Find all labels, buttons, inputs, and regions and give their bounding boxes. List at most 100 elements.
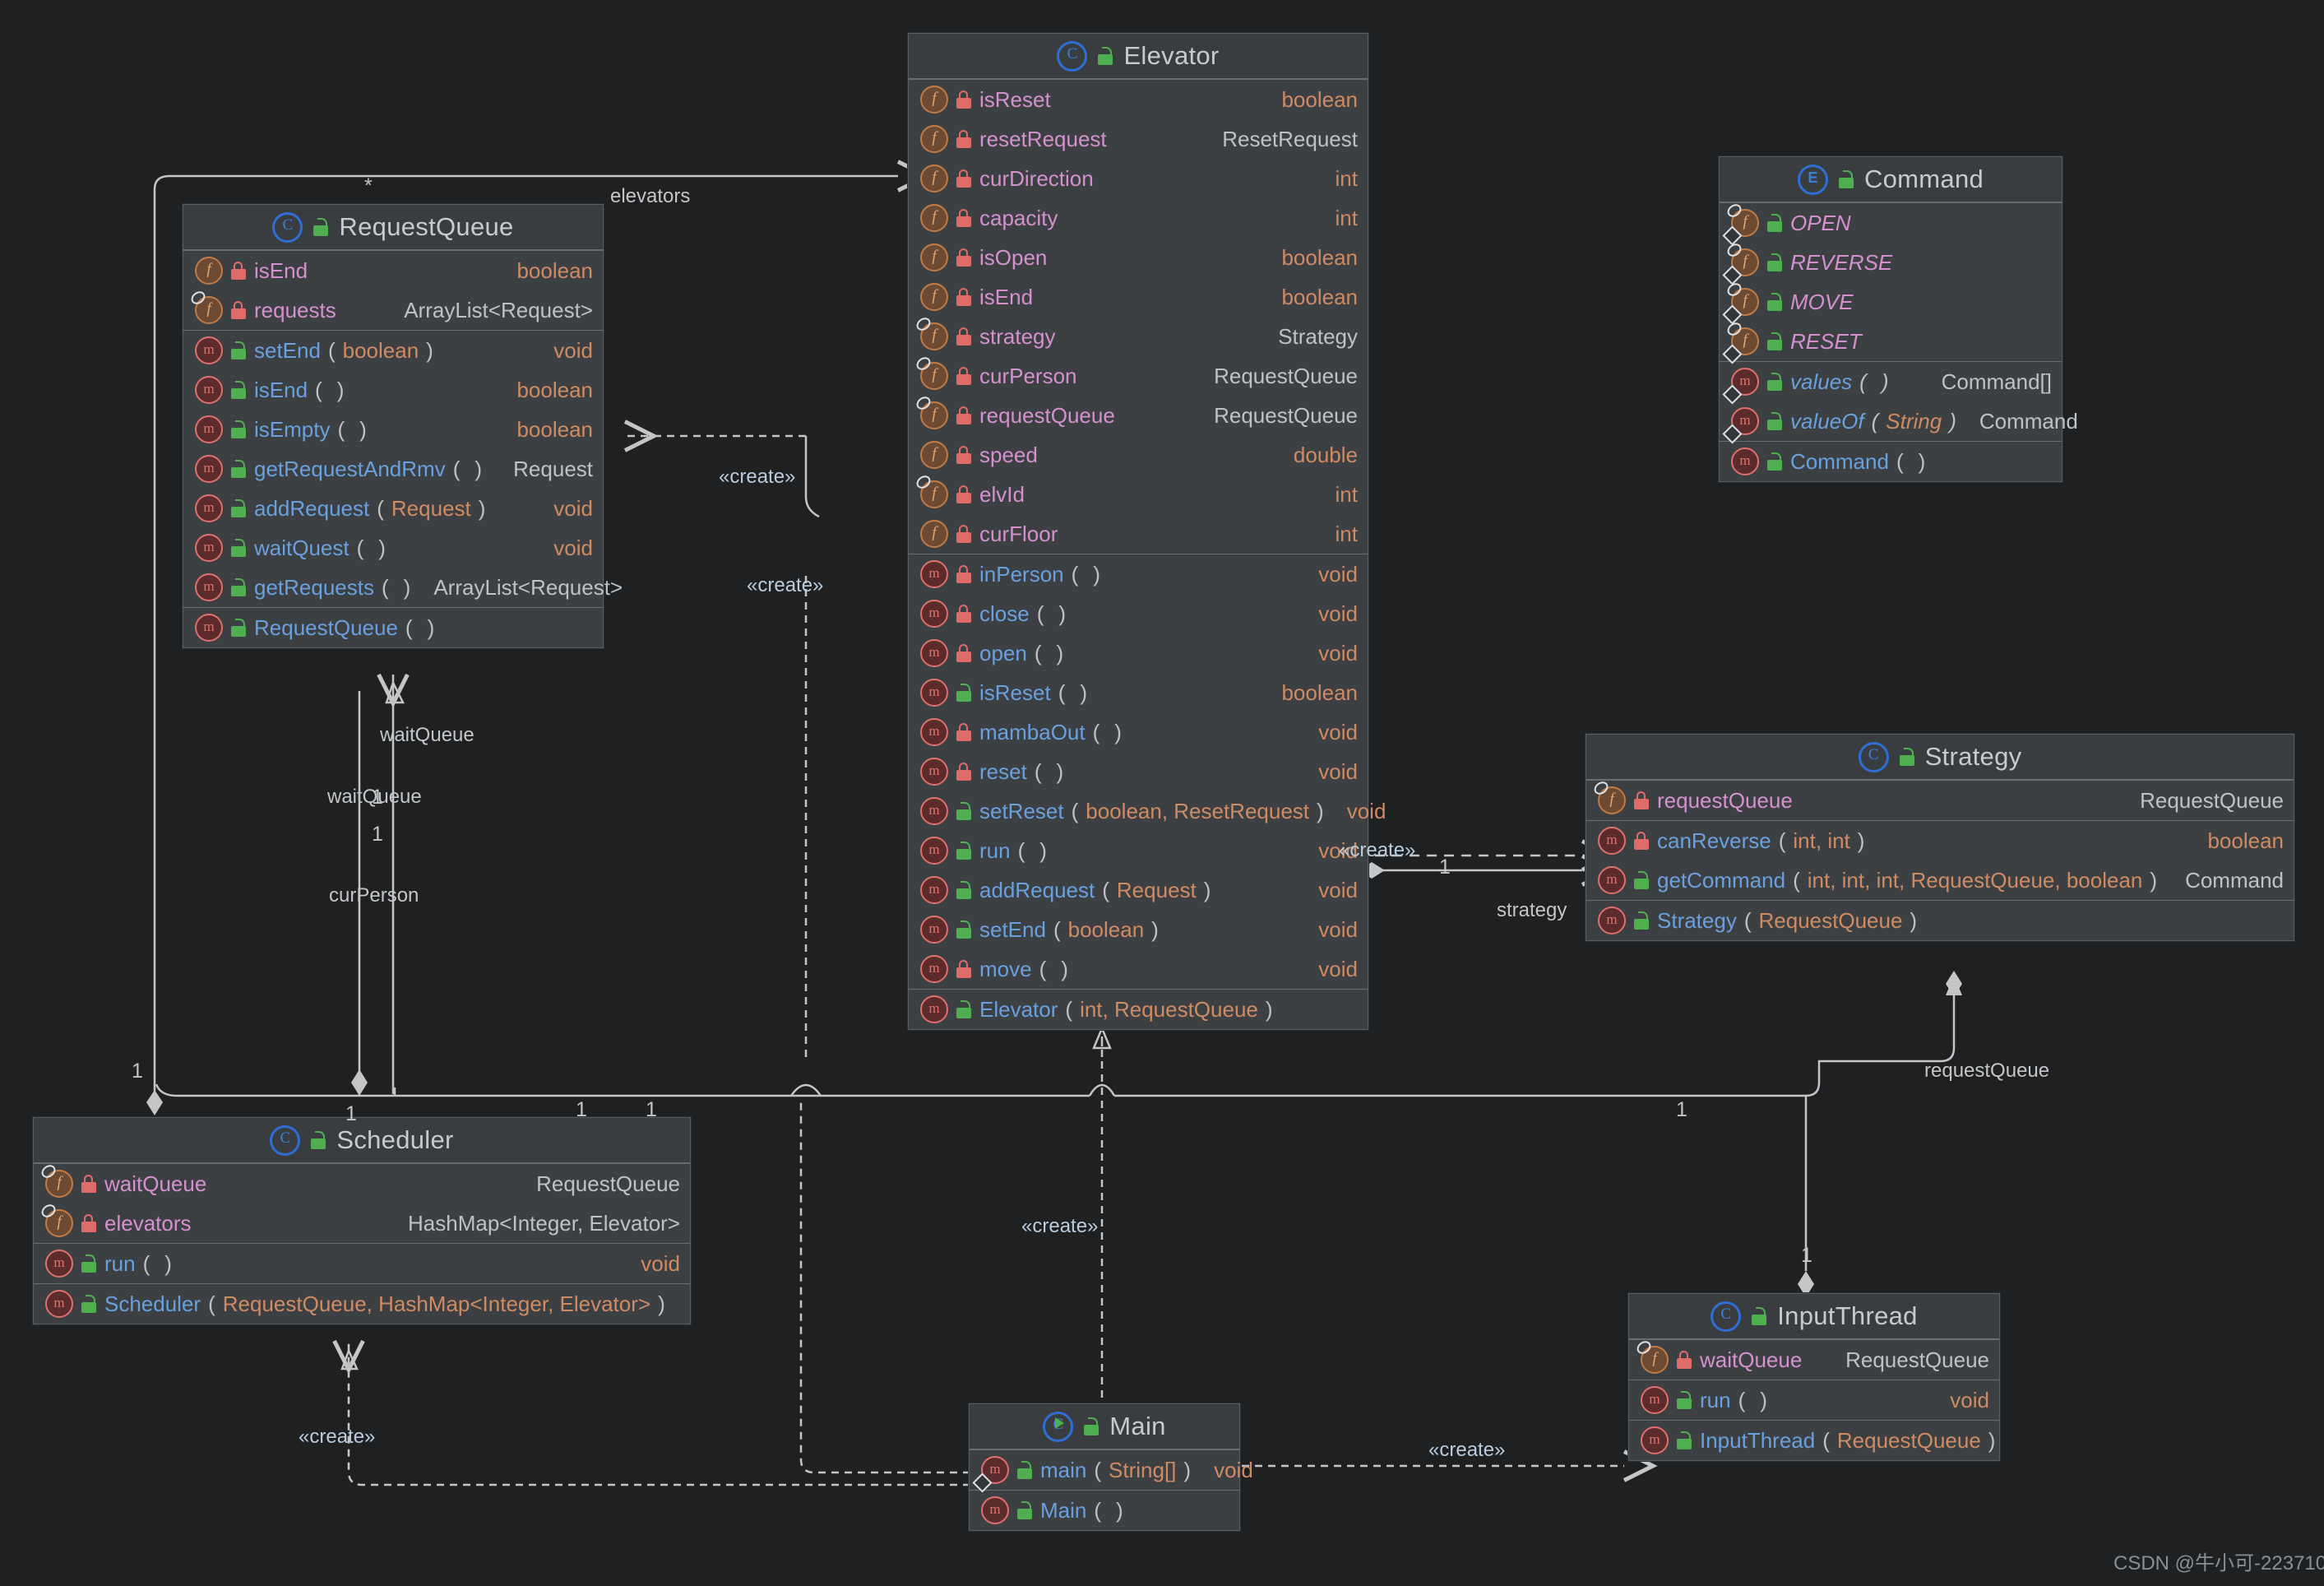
method-row[interactable]: m setEnd(boolean) void	[909, 910, 1368, 949]
method-name: addRequest	[254, 495, 370, 521]
method-row[interactable]: m getCommand(int, int, int, RequestQueue,…	[1586, 860, 2294, 900]
method-type: void	[1318, 916, 1358, 942]
unlock-icon	[1751, 1307, 1767, 1325]
constructor-row[interactable]: m Main()	[970, 1491, 1239, 1530]
constructor-row[interactable]: m Scheduler(RequestQueue, HashMap<Integer…	[34, 1284, 690, 1324]
lock-icon	[956, 130, 972, 148]
method-icon: m	[920, 679, 948, 707]
method-row[interactable]: m open() void	[909, 633, 1368, 673]
constructor-row[interactable]: m InputThread(RequestQueue)	[1629, 1421, 1999, 1460]
field-row[interactable]: f resetRequest ResetRequest	[909, 119, 1368, 159]
class-box-main[interactable]: C Main m main(String[]) void m Main()	[969, 1403, 1253, 1531]
method-type: Request	[513, 456, 593, 481]
edge-label-mult-sch-2: 1	[576, 1098, 587, 1121]
lock-icon	[956, 565, 972, 583]
class-box-request-queue[interactable]: C RequestQueue f isEnd boolean f requests Ar…	[183, 204, 623, 648]
constructor-name: Scheduler	[104, 1291, 201, 1316]
method-icon: m	[195, 376, 223, 404]
method-icon: m	[1731, 448, 1759, 475]
class-icon: C	[1711, 1301, 1742, 1332]
field-row[interactable]: f isEnd boolean	[183, 251, 603, 290]
lock-icon	[230, 301, 247, 319]
method-row[interactable]: m addRequest(Request) void	[183, 489, 603, 528]
method-type: boolean	[516, 377, 593, 402]
method-name: inPerson	[979, 561, 1064, 587]
method-icon: m	[920, 876, 948, 904]
method-row[interactable]: m move() void	[909, 949, 1368, 989]
method-row[interactable]: m values() Command[]	[1720, 362, 2062, 405]
lock-icon	[956, 367, 972, 385]
class-box-input-thread[interactable]: C InputThread f waitQueue RequestQueue m ru…	[1628, 1293, 2000, 1461]
unlock-icon	[1899, 748, 1915, 766]
method-row[interactable]: m addRequest(Request) void	[909, 870, 1368, 910]
method-row[interactable]: m run() void	[34, 1244, 690, 1283]
method-row[interactable]: m isEnd() boolean	[183, 370, 603, 410]
method-type: boolean	[1281, 679, 1358, 705]
field-row[interactable]: f isOpen boolean	[909, 238, 1368, 277]
method-name: waitQuest	[254, 535, 350, 560]
method-row[interactable]: m valueOf(String) Command	[1720, 401, 2078, 444]
field-row[interactable]: f isEnd boolean	[909, 277, 1368, 317]
field-icon: f	[920, 441, 948, 469]
field-name: capacity	[979, 205, 1058, 230]
class-title: Command	[1863, 165, 1984, 193]
field-type: RequestQueue	[536, 1171, 680, 1196]
field-row[interactable]: f waitQueue RequestQueue	[34, 1162, 690, 1203]
constructor-name: RequestQueue	[254, 614, 398, 640]
field-row[interactable]: f requests ArrayList<Request>	[183, 289, 603, 330]
method-row[interactable]: m mambaOut() void	[909, 712, 1368, 752]
enum-constant-row[interactable]: f RESET	[1720, 320, 2062, 364]
methods-section-elevator: m inPerson() void m close() void m open() void…	[909, 554, 1386, 989]
field-row[interactable]: f strategy Strategy	[909, 315, 1368, 356]
method-type: ArrayList<Request>	[433, 574, 623, 600]
method-name: values	[1790, 369, 1853, 394]
lock-icon	[956, 960, 972, 978]
field-row[interactable]: f elevators HashMap<Integer, Elevator>	[34, 1202, 690, 1243]
enum-constant-row[interactable]: f MOVE	[1720, 281, 2062, 325]
constructor-row[interactable]: m Elevator(int, RequestQueue)	[909, 990, 1368, 1029]
method-row[interactable]: m reset() void	[909, 752, 1368, 791]
constructor-row[interactable]: m Strategy(RequestQueue)	[1586, 901, 2294, 940]
method-name: run	[1700, 1387, 1731, 1412]
method-name: run	[979, 837, 1011, 863]
method-row[interactable]: m run() void	[1629, 1380, 1999, 1420]
class-icon: C	[272, 211, 303, 243]
method-icon: m	[1598, 866, 1626, 894]
method-row[interactable]: m main(String[]) void	[970, 1450, 1253, 1493]
field-row[interactable]: f isReset boolean	[909, 80, 1368, 119]
method-row[interactable]: m inPerson() void	[909, 554, 1368, 594]
field-row[interactable]: f elvId int	[909, 473, 1368, 514]
constructor-row[interactable]: m Command()	[1720, 442, 2062, 481]
method-row[interactable]: m waitQuest() void	[183, 528, 603, 568]
method-row[interactable]: m close() void	[909, 594, 1368, 633]
method-row[interactable]: m run() void	[909, 831, 1368, 870]
field-row[interactable]: f curFloor int	[909, 514, 1368, 554]
method-row[interactable]: m isEmpty() boolean	[183, 410, 603, 449]
field-type: boolean	[1281, 86, 1358, 112]
field-row[interactable]: f waitQueue RequestQueue	[1629, 1338, 1999, 1380]
method-row[interactable]: m setReset(boolean, ResetRequest) void	[909, 791, 1386, 831]
class-box-scheduler[interactable]: C Scheduler f waitQueue RequestQueue f elev…	[33, 1117, 691, 1324]
constructor-args: RequestQueue, HashMap<Integer, Elevator>	[222, 1291, 651, 1316]
enum-constant-row[interactable]: f REVERSE	[1720, 241, 2062, 285]
method-row[interactable]: m getRequests() ArrayList<Request>	[183, 568, 623, 607]
method-row[interactable]: m isReset() boolean	[909, 673, 1368, 712]
field-type: Strategy	[1278, 323, 1358, 349]
method-row[interactable]: m canReverse(int, int) boolean	[1586, 821, 2294, 860]
class-box-elevator[interactable]: C Elevator f isReset boolean f resetRequest…	[908, 33, 1386, 1030]
constructor-row[interactable]: m RequestQueue()	[183, 608, 603, 647]
method-row[interactable]: m setEnd(boolean) void	[183, 331, 603, 370]
field-row[interactable]: f curDirection int	[909, 159, 1368, 198]
field-type: RequestQueue	[1214, 402, 1358, 428]
field-icon: f	[920, 243, 948, 271]
field-row[interactable]: f speed double	[909, 435, 1368, 475]
class-box-strategy[interactable]: C Strategy f requestQueue RequestQueue m ca…	[1586, 734, 2294, 941]
field-row[interactable]: f requestQueue RequestQueue	[1586, 779, 2294, 820]
class-box-command[interactable]: E Command f OPEN f REVERSE f MOVE f RESET m v…	[1719, 156, 2078, 482]
field-row[interactable]: f requestQueue RequestQueue	[909, 394, 1368, 435]
field-row[interactable]: f capacity int	[909, 198, 1368, 238]
enum-constant-name: MOVE	[1790, 289, 1854, 314]
method-row[interactable]: m getRequestAndRmv() Request	[183, 449, 603, 489]
field-row[interactable]: f curPerson RequestQueue	[909, 355, 1368, 396]
enum-constant-row[interactable]: f OPEN	[1720, 202, 2062, 246]
